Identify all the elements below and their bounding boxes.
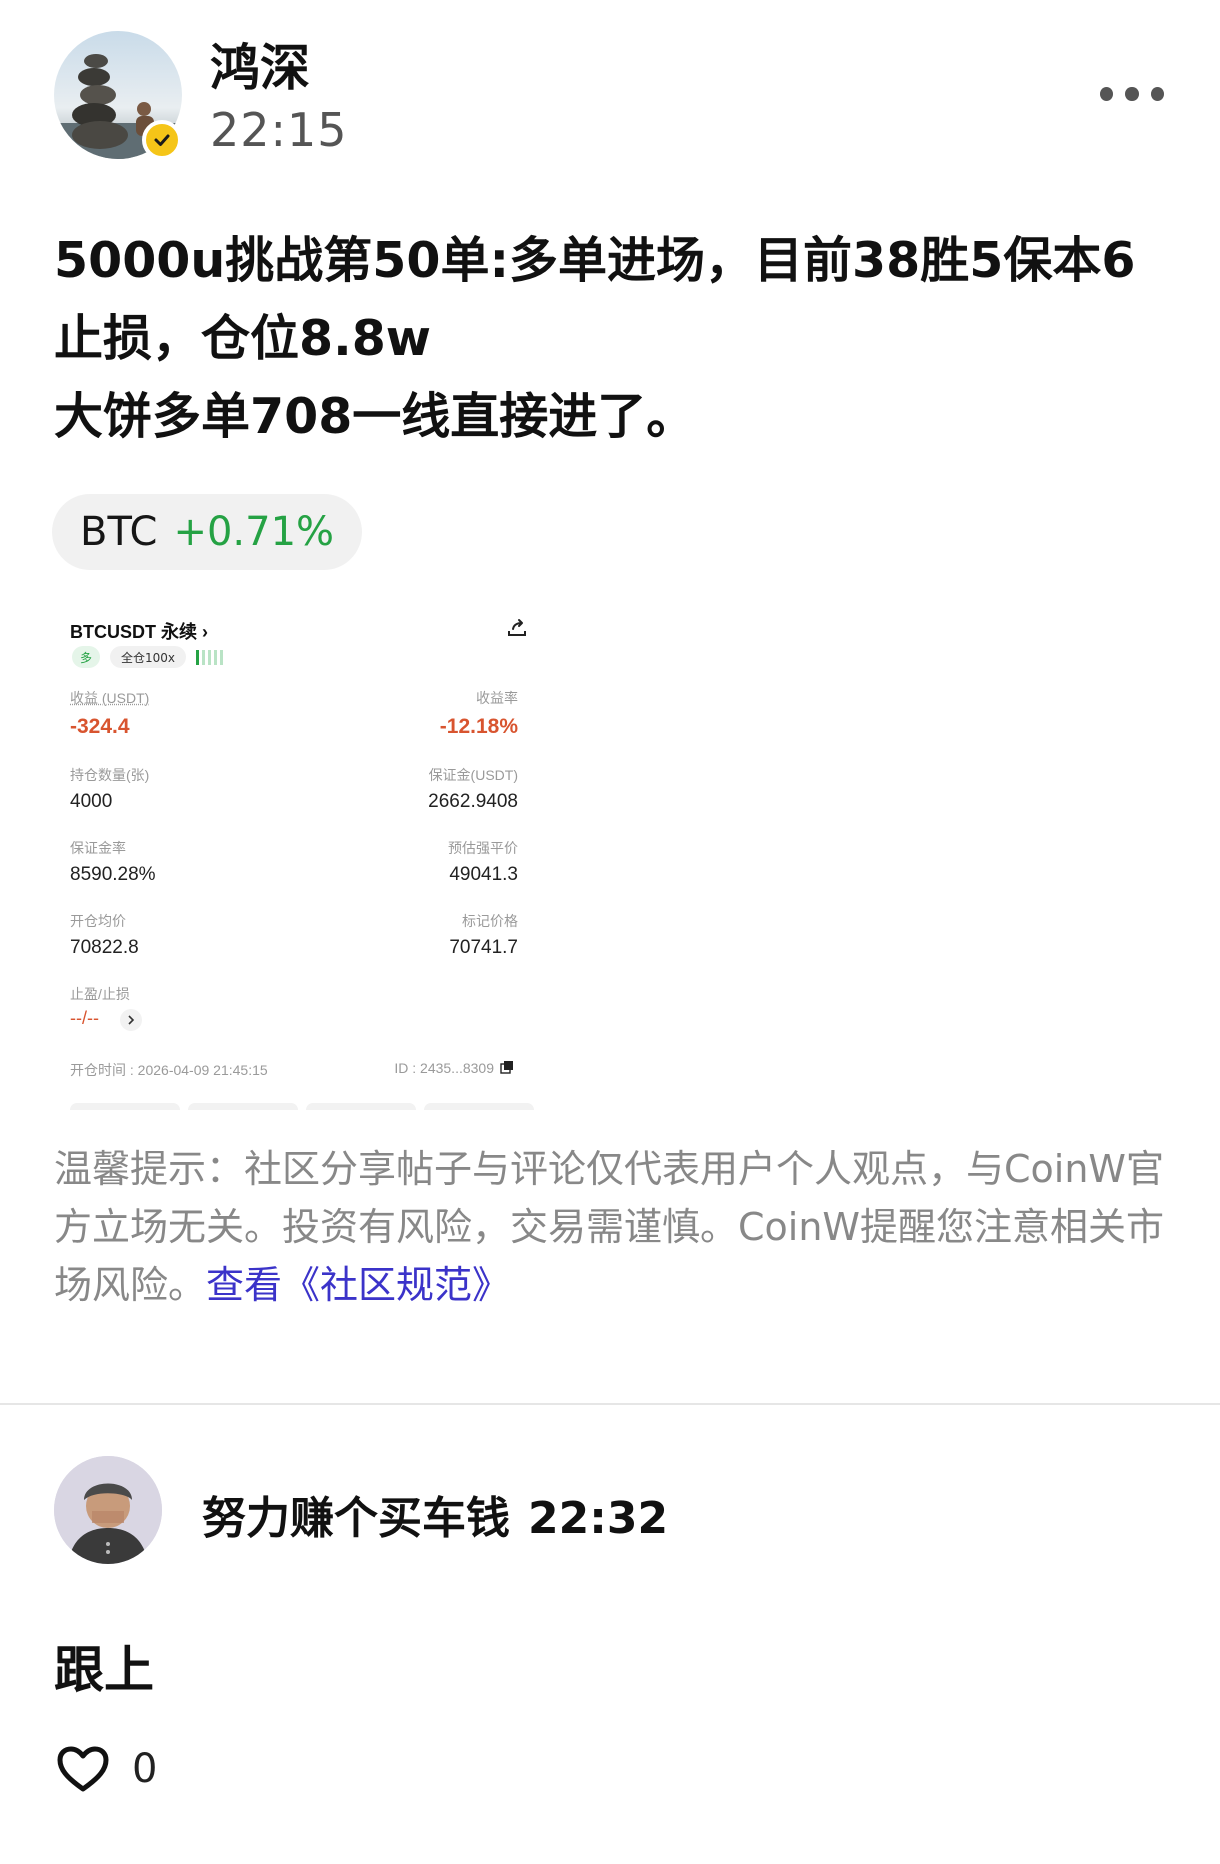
position-id: ID : 2435...8309 [394,1060,494,1076]
mark-price-label: 标记价格 [462,913,518,929]
comment-text: 跟上 [54,1641,154,1699]
qty-label: 持仓数量(张) [70,767,150,783]
margin-label: 保证金(USDT) [428,767,518,783]
pnl-value: -324.4 [70,715,130,738]
copy-icon [500,1060,514,1079]
commenter-name-line: 努力赚个买车钱 22:32 [202,1482,668,1546]
tpsl-label: 止盈/止损 [70,986,130,1002]
commenter-name[interactable]: 努力赚个买车钱 [202,1493,510,1544]
share-icon [506,617,528,644]
comment-time: 22:32 [528,1493,669,1544]
margin-mode-badge: 全仓100x [110,646,186,668]
post-text: 5000u挑战第50单:多单进场，目前38胜5保本6 止损，仓位8.8w 大饼多… [54,232,1136,445]
verified-check-icon [142,120,182,160]
commenter-avatar[interactable] [54,1456,162,1564]
heart-icon [57,1746,109,1792]
divider [0,1403,1220,1405]
card-tab-strip [188,1103,298,1110]
mark-price-value: 70741.7 [449,937,518,958]
card-tab-strip [306,1103,416,1110]
disclaimer: 温馨提示：社区分享帖子与评论仅代表用户个人观点，与CoinW官方立场无关。投资有… [54,1140,1174,1314]
entry-price-value: 70822.8 [70,937,139,958]
like-button[interactable]: 0 [56,1745,157,1793]
open-time: 开仓时间 : 2026-04-09 21:45:15 [70,1062,268,1078]
roi-label: 收益率 [476,690,518,706]
qty-value: 4000 [70,791,113,812]
pnl-label: 收益 (USDT) [70,690,150,706]
margin-ratio-value: 8590.28% [70,864,156,885]
margin-ratio-label: 保证金率 [70,840,126,856]
liq-price-value: 49041.3 [449,864,518,885]
roi-value: -12.18% [439,715,518,738]
tpsl-value: --/-- [70,1008,99,1028]
liq-price-label: 预估强平价 [448,840,518,856]
card-tab-strip [424,1103,534,1110]
pair-title: BTCUSDT 永续 › [70,622,208,642]
side-badge: 多 [72,646,100,668]
post-time: 22:15 [210,103,348,157]
author-name[interactable]: 鸿深 [210,28,310,100]
community-rules-link[interactable]: 查看《社区规范》 [206,1263,510,1307]
ticker-symbol: BTC [80,509,158,555]
ticker-chip[interactable]: BTC +0.71% [52,494,363,570]
card-tab-strip [70,1103,180,1110]
margin-value: 2662.9408 [428,791,518,812]
entry-price-label: 开仓均价 [70,913,126,929]
chevron-right-icon [120,1009,142,1031]
ticker-change: +0.71% [173,509,335,555]
like-count: 0 [132,1746,158,1792]
position-card[interactable]: BTCUSDT 永续 › 多 全仓100x 收益 (USDT) 收益率 -324… [54,605,544,1110]
signal-bars-icon [196,648,226,671]
more-dots-icon[interactable] [1100,82,1164,106]
